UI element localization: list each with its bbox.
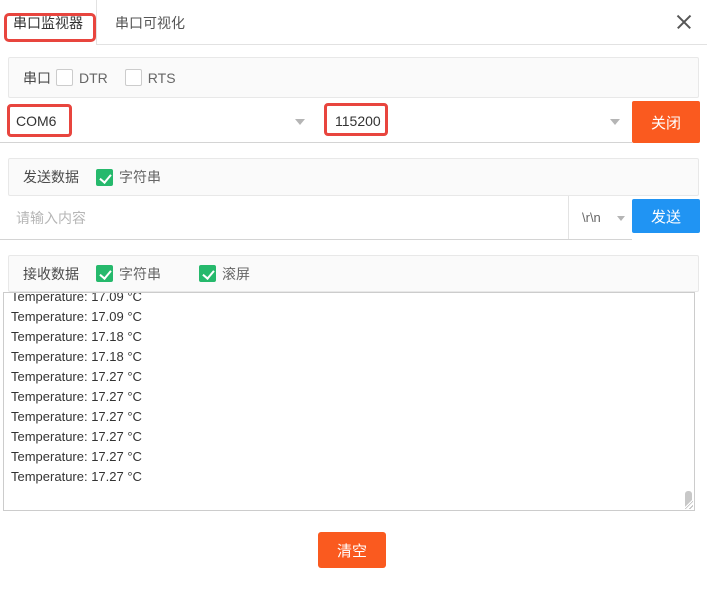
receive-section-label: 接收数据 xyxy=(23,265,79,282)
close-port-button-label: 关闭 xyxy=(650,114,681,132)
send-section-label: 发送数据 xyxy=(23,169,79,185)
log-line: Temperature: 17.27 °C xyxy=(11,469,142,484)
send-string-label: 字符串 xyxy=(119,169,161,185)
rts-checkbox[interactable] xyxy=(124,69,142,86)
log-line: Temperature: 17.27 °C xyxy=(11,389,142,404)
autoscroll-checkbox[interactable] xyxy=(199,265,216,282)
serial-monitor-window: 串口监视器 串口可视化 串口 DTR RTS COM6 115200 关闭 发送… xyxy=(0,0,707,594)
log-line: Temperature: 17.27 °C xyxy=(11,409,142,424)
clear-button-label: 清空 xyxy=(336,542,367,560)
baud-select-value: 115200 xyxy=(335,113,381,129)
log-line: Temperature: 17.27 °C xyxy=(11,449,142,464)
tab-serial-visualizer-label: 串口可视化 xyxy=(115,14,185,31)
receive-section-header: 接收数据 字符串 滚屏 xyxy=(8,255,699,292)
autoscroll-label: 滚屏 xyxy=(222,265,250,282)
log-line: Temperature: 17.09 °C xyxy=(11,292,142,304)
log-line: Temperature: 17.27 °C xyxy=(11,429,142,444)
rts-label: RTS xyxy=(147,69,176,86)
chevron-down-icon xyxy=(610,119,620,125)
line-ending-value: \r\n xyxy=(582,210,601,225)
chevron-down-icon xyxy=(617,215,625,221)
send-input-row: \r\n xyxy=(0,196,632,240)
chevron-down-icon xyxy=(295,119,305,125)
dtr-label: DTR xyxy=(79,69,108,86)
log-line: Temperature: 17.18 °C xyxy=(11,349,142,364)
dtr-checkbox[interactable] xyxy=(56,69,73,86)
receive-string-checkbox[interactable] xyxy=(96,265,113,282)
log-line: Temperature: 17.18 °C xyxy=(11,329,142,344)
log-line: Temperature: 17.27 °C xyxy=(11,369,142,384)
port-settings-row: COM6 115200 xyxy=(0,100,632,143)
receive-log-content: Temperature: 17.09 °C Temperature: 17.09… xyxy=(4,292,694,487)
send-button-label: 发送 xyxy=(650,208,681,226)
baud-select[interactable]: 115200 xyxy=(317,100,632,142)
port-select[interactable]: COM6 xyxy=(0,100,317,142)
port-select-value: COM6 xyxy=(16,113,57,129)
tab-serial-visualizer[interactable]: 串口可视化 xyxy=(97,0,203,45)
close-icon[interactable] xyxy=(676,14,692,30)
send-section-header: 发送数据 字符串 xyxy=(8,158,699,196)
close-port-button[interactable]: 关闭 xyxy=(632,101,700,143)
tab-serial-monitor-label: 串口监视器 xyxy=(13,14,83,31)
line-ending-select[interactable]: \r\n xyxy=(568,196,632,239)
log-line: Temperature: 17.09 °C xyxy=(11,309,142,324)
send-string-checkbox[interactable] xyxy=(96,168,113,186)
send-input[interactable] xyxy=(0,196,568,239)
send-button[interactable]: 发送 xyxy=(632,199,700,233)
clear-button[interactable]: 清空 xyxy=(318,532,386,568)
receive-log-area[interactable]: Temperature: 17.09 °C Temperature: 17.09… xyxy=(3,292,695,511)
tab-bar: 串口监视器 串口可视化 xyxy=(0,0,707,45)
receive-string-label: 字符串 xyxy=(119,265,161,282)
serial-section-label: 串口 xyxy=(23,69,51,86)
tab-serial-monitor[interactable]: 串口监视器 xyxy=(0,0,97,45)
serial-options-section: 串口 DTR RTS xyxy=(8,57,699,98)
